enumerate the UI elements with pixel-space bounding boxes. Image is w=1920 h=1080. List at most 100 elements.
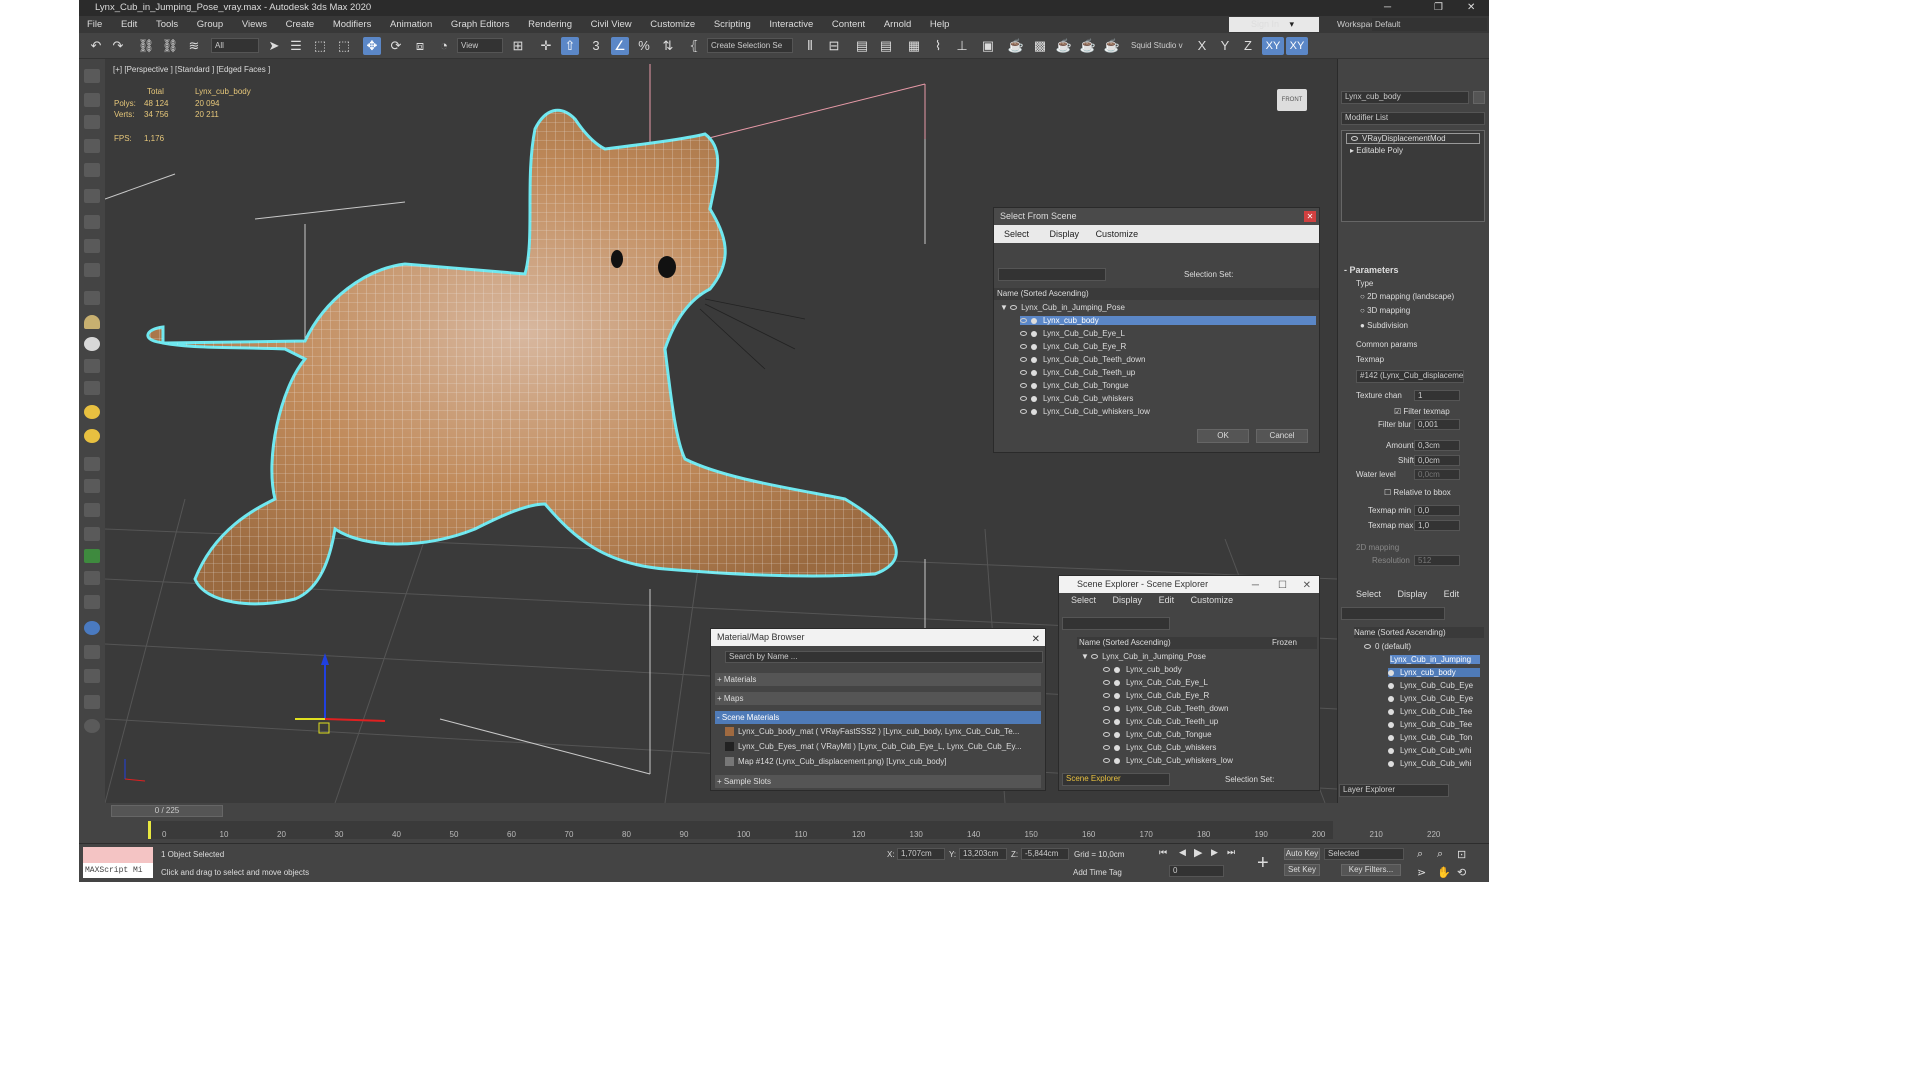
maxscript-listener[interactable] <box>83 847 153 863</box>
globe-icon[interactable] <box>84 527 100 541</box>
modifier-item-vray-displacement[interactable]: VRayDisplacementMod <box>1346 133 1480 144</box>
parameters-rollout[interactable]: - Parameters <box>1344 265 1399 275</box>
prev-frame-icon[interactable]: ◀ <box>1179 847 1186 858</box>
material-entry[interactable]: Map #142 (Lynx_Cub_displacement.png) [Ly… <box>725 757 1035 767</box>
menu-scripting[interactable]: Scripting <box>714 19 751 30</box>
list-item[interactable]: Lynx_Cub_Cub_Eye_L <box>1020 329 1125 338</box>
modifier-item-editable-poly[interactable]: ▸ Editable Poly <box>1346 146 1403 155</box>
menu-tools[interactable]: Tools <box>156 19 178 30</box>
layer-item[interactable]: Lynx_Cub_Cub_whi <box>1388 746 1480 755</box>
time-slider[interactable]: 0 / 225 <box>111 805 223 817</box>
zoom-icon[interactable]: ⌕ <box>1417 848 1423 861</box>
viewcube[interactable]: FRONT <box>1277 89 1307 111</box>
axis-xy-constraint-button[interactable]: XY <box>1286 37 1308 55</box>
material-entry[interactable]: Lynx_Cub_body_mat ( VRayFastSSS2 ) [Lynx… <box>725 727 1035 737</box>
texture-icon[interactable] <box>84 595 100 609</box>
amount-spinner[interactable]: 0,3cm <box>1414 440 1460 451</box>
x-coordinate-field[interactable]: 1,707cm <box>897 848 945 860</box>
menu-content[interactable]: Content <box>832 19 865 30</box>
texture-channel-spinner[interactable]: 1 <box>1414 390 1460 401</box>
current-frame-field[interactable]: 0 <box>1169 865 1224 877</box>
scene-materials-rollout[interactable]: - Scene Materials <box>715 711 1041 724</box>
material-sphere-icon[interactable] <box>84 621 100 635</box>
layer-item[interactable]: Lynx_Cub_Cub_Tee <box>1388 707 1480 716</box>
layer-search-input[interactable] <box>1341 607 1445 620</box>
menu-modifiers[interactable]: Modifiers <box>333 19 372 30</box>
list-item[interactable]: Lynx_Cub_Cub_whiskers_low <box>1103 756 1233 765</box>
redo-icon[interactable]: ↷ <box>109 37 127 55</box>
key-selection-dropdown[interactable]: Selected <box>1324 848 1404 860</box>
key-filters-button[interactable]: Key Filters... <box>1341 864 1401 876</box>
list-item[interactable]: Lynx_Cub_Cub_whiskers <box>1020 394 1133 403</box>
close-icon[interactable]: ✕ <box>1467 0 1475 16</box>
goto-start-icon[interactable]: ⏮ <box>1159 847 1169 857</box>
menu-help[interactable]: Help <box>930 19 950 30</box>
film-icon[interactable] <box>84 263 100 277</box>
search-input[interactable] <box>1062 617 1170 630</box>
select-scale-icon[interactable]: ⧈ <box>411 37 429 55</box>
filter-texmap-checkbox[interactable]: ☑ Filter texmap <box>1394 407 1450 416</box>
toggle-ribbon-icon[interactable]: ▦ <box>905 37 923 55</box>
pivot-center-icon[interactable]: ⊞ <box>509 37 527 55</box>
window-crossing-icon[interactable]: ⬚ <box>335 37 353 55</box>
selection-filter-dropdown[interactable]: All <box>211 38 259 53</box>
goto-end-icon[interactable]: ⏭ <box>1227 847 1235 858</box>
radio-subdivision[interactable]: ● Subdivision <box>1360 321 1408 330</box>
plane-icon[interactable] <box>84 359 100 373</box>
modifier-list-dropdown[interactable]: Modifier List <box>1341 112 1485 125</box>
list-item[interactable]: Lynx_Cub_Cub_Eye_R <box>1103 691 1209 700</box>
radio-3d-mapping[interactable]: ○ 3D mapping <box>1360 306 1410 315</box>
gold-sphere-icon[interactable] <box>84 429 100 443</box>
column-header[interactable]: Name (Sorted Ascending) <box>994 288 1319 300</box>
minimize-icon[interactable]: ─ <box>1384 0 1391 16</box>
menu-select[interactable]: Select <box>1071 595 1096 605</box>
close-icon[interactable]: ✕ <box>1032 631 1040 648</box>
maps-rollout[interactable]: + Maps <box>715 692 1041 705</box>
select-place-icon[interactable]: ◔ <box>435 37 453 55</box>
tree-root[interactable]: ▼ Lynx_Cub_in_Jumping_Pose <box>1000 303 1125 312</box>
filter-blur-spinner[interactable]: 0,001 <box>1414 419 1460 430</box>
tree-root[interactable]: ▼ Lynx_Cub_in_Jumping_Pose <box>1081 652 1206 661</box>
maximize-icon[interactable]: ☐ <box>1278 577 1287 594</box>
maximize-icon[interactable]: ❐ <box>1434 0 1443 16</box>
play-icon[interactable]: ▶ <box>1194 846 1202 859</box>
set-key-icon[interactable]: + <box>1257 852 1269 875</box>
camera-icon[interactable] <box>84 215 100 229</box>
keyboard-shortcut-icon[interactable]: ⇧ <box>561 37 579 55</box>
menu-create[interactable]: Create <box>286 19 315 30</box>
layer-item[interactable]: Lynx_Cub_in_Jumping <box>1390 655 1480 664</box>
cloud-outline-icon[interactable] <box>84 93 100 107</box>
cloud-icon[interactable] <box>84 69 100 83</box>
select-by-name-icon[interactable]: ☰ <box>287 37 305 55</box>
list-item[interactable]: Lynx_Cub_Cub_whiskers <box>1103 743 1216 752</box>
water-level-spinner[interactable]: 0,0cm <box>1414 469 1460 480</box>
close-icon[interactable]: ✕ <box>1303 577 1311 594</box>
list-item[interactable]: Lynx_Cub_Cub_Eye_R <box>1020 342 1126 351</box>
plant-icon[interactable] <box>84 549 100 563</box>
light-icon[interactable] <box>84 189 100 203</box>
unlink-icon[interactable]: ⛓ <box>161 37 179 55</box>
cone-icon[interactable] <box>84 381 100 395</box>
schematic-view-icon[interactable]: ⊥ <box>953 37 971 55</box>
orbit-icon[interactable]: ⟲ <box>1457 866 1466 879</box>
menu-group[interactable]: Group <box>197 19 223 30</box>
layer-item[interactable]: Lynx_cub_body <box>1388 668 1480 677</box>
dynamics-icon[interactable] <box>84 503 100 517</box>
axis-y-button[interactable]: Y <box>1216 37 1234 55</box>
sample-slots-rollout[interactable]: + Sample Slots <box>715 775 1041 788</box>
menu-customize[interactable]: Customize <box>650 19 695 30</box>
sun-icon[interactable] <box>84 405 100 419</box>
layer-explorer-dropdown[interactable]: Layer Explorer <box>1339 784 1449 797</box>
layer-explorer-icon[interactable]: ▤ <box>877 37 895 55</box>
menu-customize[interactable]: Customize <box>1096 229 1139 239</box>
zoom-all-icon[interactable]: ⌕ <box>1437 848 1443 861</box>
layer-item[interactable]: Lynx_Cub_Cub_whi <box>1388 759 1480 768</box>
render-active-icon[interactable]: ☕ <box>1103 37 1121 55</box>
close-icon[interactable]: ✕ <box>1304 211 1316 222</box>
select-move-icon[interactable]: ✥ <box>363 37 381 55</box>
list-item[interactable]: Lynx_Cub_Cub_Teeth_down <box>1103 704 1228 713</box>
radio-2d-mapping[interactable]: ○ 2D mapping (landscape) <box>1360 292 1454 301</box>
undo-icon[interactable]: ↶ <box>87 37 105 55</box>
y-coordinate-field[interactable]: 13,203cm <box>959 848 1007 860</box>
column-header[interactable]: Name (Sorted Ascending) Frozen <box>1077 637 1317 649</box>
